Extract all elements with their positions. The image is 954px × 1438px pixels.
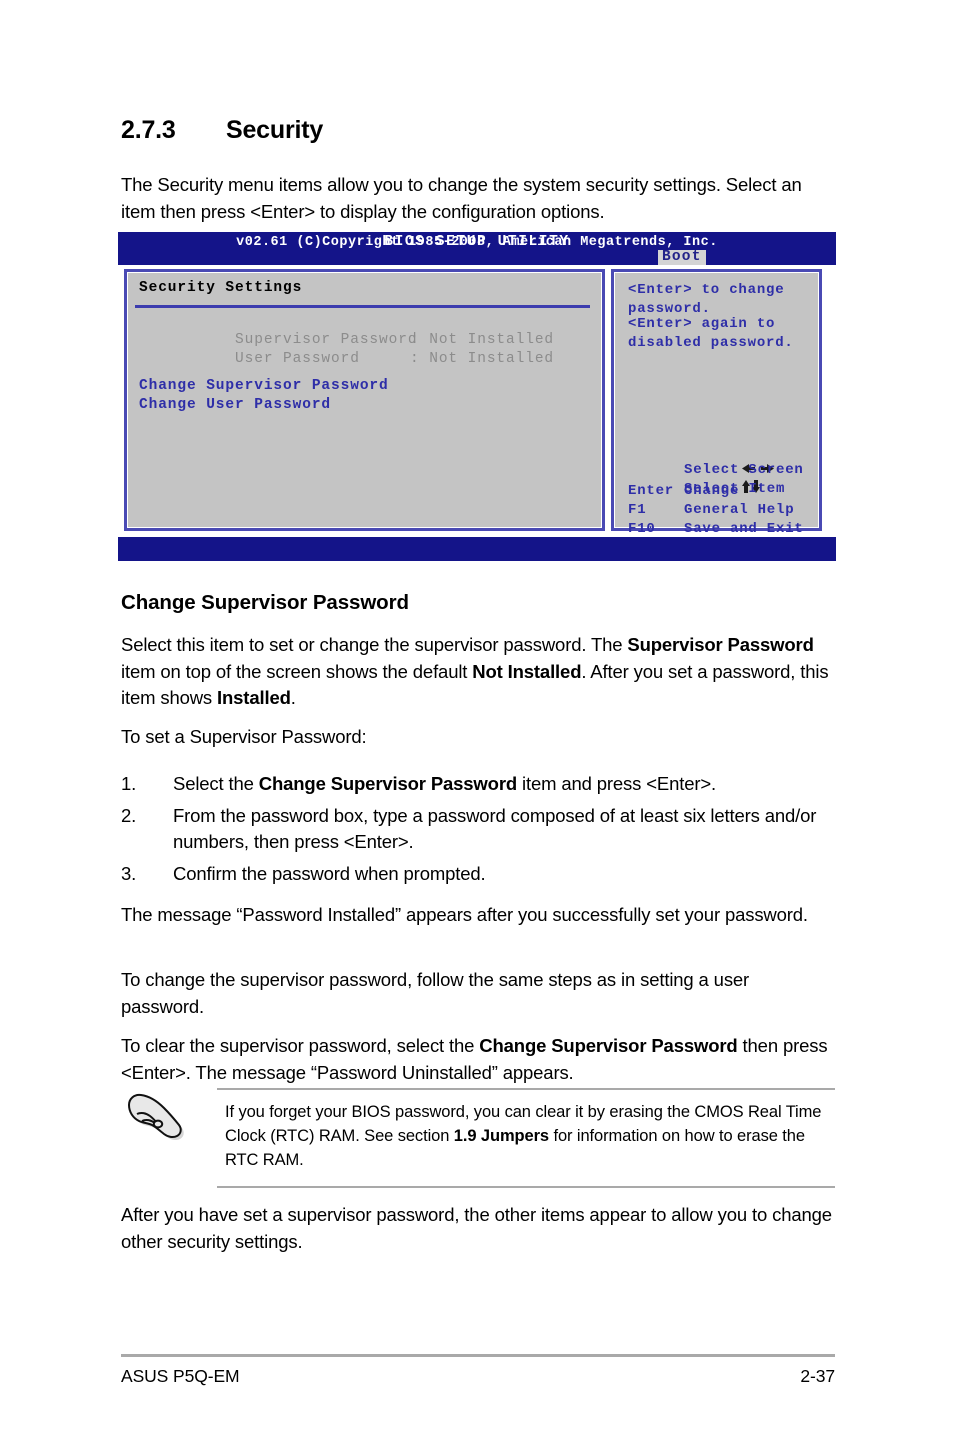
bios-row-user-password: User Password : Not Installed bbox=[139, 335, 554, 383]
footer-product-name: ASUS P5Q-EM bbox=[121, 1366, 240, 1386]
paragraph-change-password: To change the supervisor password, follo… bbox=[121, 969, 750, 1017]
paragraph-clear-password: To clear the supervisor password, select… bbox=[121, 1033, 835, 1086]
section-title: Security bbox=[226, 116, 324, 144]
bios-nav-save-and-exit: F10 Save and Exit bbox=[628, 521, 804, 537]
bios-nav-label: Save and Exit bbox=[684, 521, 804, 537]
help-line: password. bbox=[628, 301, 711, 317]
help-line: <Enter> again to bbox=[628, 316, 776, 332]
footer-page-number: 2-37 bbox=[800, 1366, 835, 1386]
text-run: item and press <Enter>. bbox=[517, 773, 717, 794]
bios-nav-label: General Help bbox=[684, 502, 795, 518]
paragraph-after-set-password: After you have set a supervisor password… bbox=[121, 1204, 832, 1252]
note-divider-top bbox=[217, 1088, 835, 1090]
bios-row-label: User Password bbox=[235, 351, 360, 367]
bios-row-value: : Not Installed bbox=[410, 351, 555, 367]
bios-nav-label: Change bbox=[684, 483, 740, 499]
list-item: 3. Confirm the password when prompted. bbox=[121, 861, 835, 888]
text-run-bold: Change Supervisor Password bbox=[479, 1035, 738, 1056]
list-item-text: Select the Change Supervisor Password it… bbox=[173, 771, 835, 798]
intro-paragraph: The Security menu items allow you to cha… bbox=[121, 174, 802, 222]
text-run: item on top of the screen shows the defa… bbox=[121, 660, 473, 682]
paragraph-supervisor-password-desc: Select this item to set or change the su… bbox=[121, 632, 835, 712]
settings-divider bbox=[135, 305, 590, 308]
text-run: Select this item to set or change the su… bbox=[121, 634, 628, 655]
settings-panel-title: Security Settings bbox=[139, 280, 303, 296]
bios-help-panel: <Enter> to change password. <Enter> agai… bbox=[611, 269, 822, 556]
list-item-number: 1. bbox=[121, 773, 137, 794]
help-line: <Enter> to change bbox=[628, 282, 785, 298]
paragraph-to-set-password: To set a Supervisor Password: bbox=[121, 726, 367, 747]
bios-footer-bar bbox=[118, 537, 836, 561]
steps-list: 1. Select the Change Supervisor Password… bbox=[121, 771, 835, 892]
bios-menu-change-user-password[interactable]: Change User Password bbox=[139, 397, 331, 413]
text-run-bold: Supervisor Password bbox=[627, 634, 814, 655]
note-divider-bottom bbox=[217, 1186, 835, 1188]
note-text: If you forget your BIOS password, you ca… bbox=[225, 1100, 825, 1172]
bios-menu-change-supervisor-password[interactable]: Change Supervisor Password bbox=[139, 378, 389, 394]
section-heading: 2.7.3 Security bbox=[121, 116, 833, 145]
list-item: 1. Select the Change Supervisor Password… bbox=[121, 771, 835, 798]
text-run: To clear the supervisor password, select… bbox=[121, 1035, 480, 1056]
text-run-bold: Installed bbox=[217, 687, 291, 708]
bios-tab-boot[interactable]: Boot bbox=[658, 250, 706, 266]
section-number: 2.7.3 bbox=[121, 116, 176, 144]
footer-divider bbox=[121, 1354, 835, 1357]
bios-nav-key: F1 bbox=[628, 502, 647, 518]
bios-settings-panel: Security Settings Supervisor Password: N… bbox=[124, 269, 605, 531]
bios-setup-screenshot: BIOS SETUP UTILITY Boot Security Setting… bbox=[118, 232, 836, 570]
help-line: disabled password. bbox=[628, 335, 794, 351]
text-run-bold: Change Supervisor Password bbox=[258, 773, 518, 794]
bios-copyright: v02.61 (C)Copyright 1985-2008, American … bbox=[236, 235, 718, 250]
text-run: . bbox=[290, 687, 296, 708]
subheading-change-supervisor-password: Change Supervisor Password bbox=[121, 591, 409, 614]
list-item-number: 3. bbox=[121, 862, 137, 884]
pointing-hand-icon bbox=[127, 1092, 191, 1146]
paragraph-password-installed: The message “Password Installed” appears… bbox=[121, 904, 808, 925]
bios-nav-key: F10 bbox=[628, 521, 656, 537]
list-item-text: From the password box, type a password c… bbox=[173, 804, 817, 853]
manual-page: 2.7.3 Security The Security menu items a… bbox=[0, 0, 954, 1438]
note-box: If you forget your BIOS password, you ca… bbox=[121, 1088, 835, 1188]
bios-nav-key: Enter bbox=[628, 483, 675, 499]
bios-body: Security Settings Supervisor Password: N… bbox=[118, 265, 836, 556]
list-item-text: Confirm the password when prompted. bbox=[173, 862, 486, 884]
text-run: Select the bbox=[173, 773, 259, 794]
list-item: 2. From the password box, type a passwor… bbox=[121, 803, 835, 856]
text-run-bold: 1.9 Jumpers bbox=[453, 1127, 549, 1145]
text-run-bold: Not Installed bbox=[472, 660, 582, 682]
bios-nav-enter-change: Enter Change bbox=[628, 483, 739, 499]
bios-nav-general-help: F1 General Help bbox=[628, 502, 794, 518]
list-item-number: 2. bbox=[121, 804, 137, 826]
